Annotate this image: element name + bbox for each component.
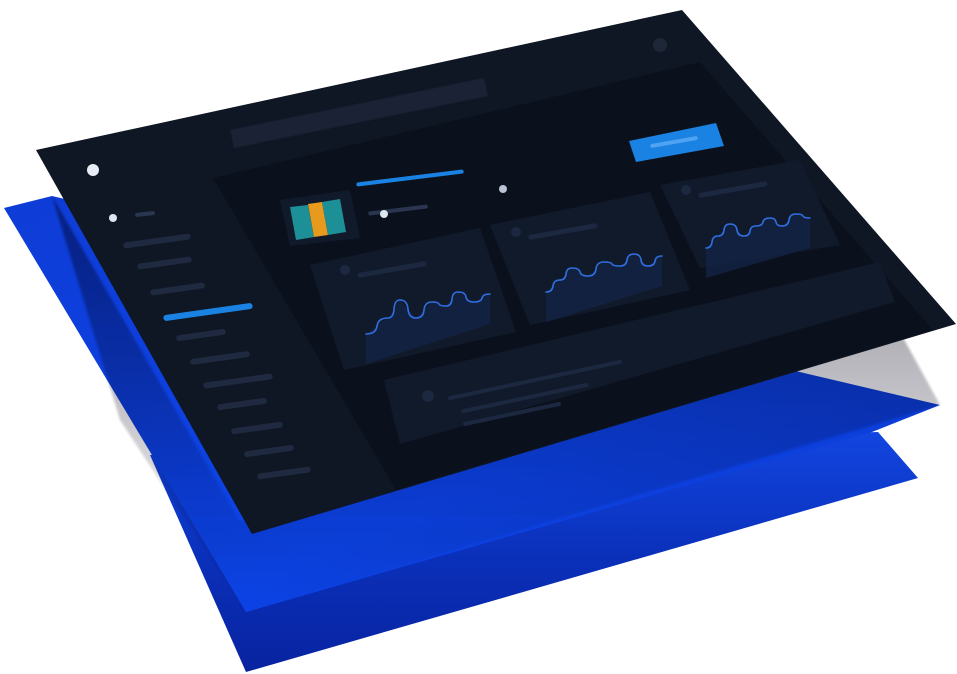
profile-dot-icon xyxy=(499,185,507,193)
window-dot-icon xyxy=(87,164,99,176)
sidebar-toggle-icon[interactable] xyxy=(109,214,117,222)
activity-icon xyxy=(422,390,434,402)
dashboard-illustration xyxy=(0,0,957,674)
chart-card-icon xyxy=(681,185,691,195)
chart-card-icon xyxy=(340,265,350,275)
avatar-icon xyxy=(653,38,667,52)
profile-status-icon xyxy=(380,210,388,218)
chart-card-icon xyxy=(511,227,521,237)
scene-svg xyxy=(4,10,956,672)
